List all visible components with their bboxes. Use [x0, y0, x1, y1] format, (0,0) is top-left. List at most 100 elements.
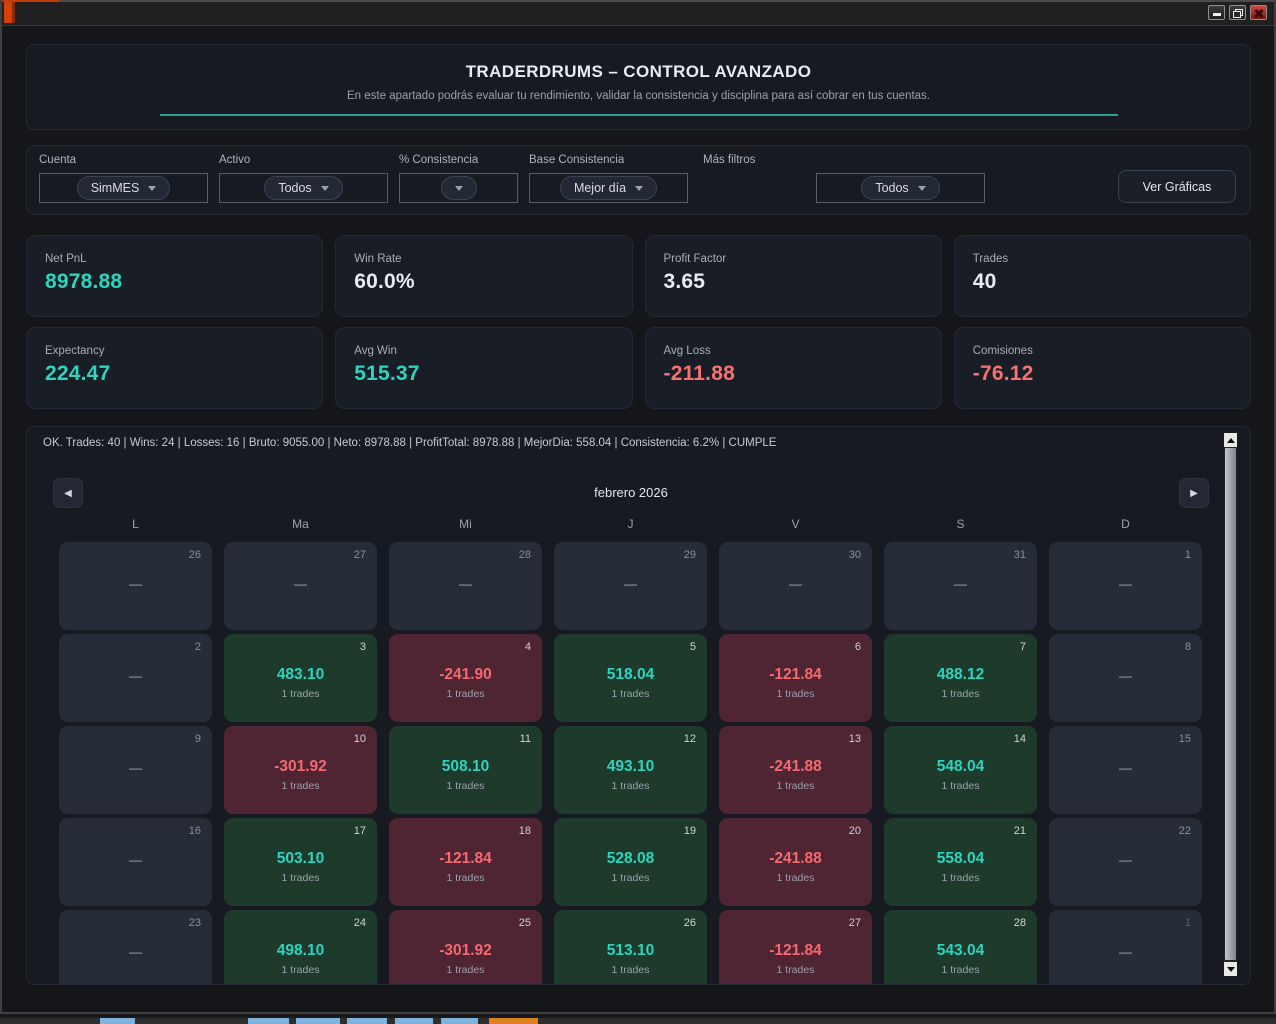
calendar-day-cell[interactable]: 2— [59, 634, 212, 722]
calendar-day-cell[interactable]: 15— [1049, 726, 1202, 814]
day-trade-count: 1 trades [447, 872, 485, 884]
calendar-day-cell[interactable]: 3483.101 trades [224, 634, 377, 722]
calendar-day-cell[interactable]: 30— [719, 542, 872, 630]
empty-dash: — [459, 577, 472, 592]
calendar-day-cell[interactable]: 4-241.901 trades [389, 634, 542, 722]
stat-label: Trades [973, 253, 1232, 265]
filter-group-mas-filtros: Más filtros Todos [703, 154, 985, 203]
calendar-day-cell[interactable]: 14548.041 trades [884, 726, 1037, 814]
chevron-down-icon [321, 186, 329, 191]
scroll-up-button[interactable] [1224, 433, 1237, 447]
filter-dropdown-base-consistencia[interactable]: Mejor día [560, 176, 657, 200]
day-trade-count: 1 trades [282, 964, 320, 976]
calendar-day-cell[interactable]: 16— [59, 818, 212, 906]
taskbar-item[interactable] [395, 1018, 433, 1024]
calendar-day-cell[interactable]: 20-241.881 trades [719, 818, 872, 906]
stat-value: 3.65 [664, 270, 923, 294]
stat-label: Net PnL [45, 253, 304, 265]
chevron-down-icon [918, 186, 926, 191]
calendar-day-cell[interactable]: 24498.101 trades [224, 910, 377, 985]
calendar-day-cell[interactable]: 27-121.841 trades [719, 910, 872, 985]
day-cell-body: 488.121 trades [884, 634, 1037, 722]
stat-label: Avg Win [354, 345, 613, 357]
prev-month-button[interactable]: ◀ [53, 478, 83, 508]
filter-dropdown-activo[interactable]: Todos [264, 176, 342, 200]
calendar-day-cell[interactable]: 1— [1049, 910, 1202, 985]
taskbar-item[interactable] [347, 1018, 387, 1024]
minimize-button[interactable] [1208, 5, 1225, 20]
day-cell-body: -121.841 trades [389, 818, 542, 906]
calendar-day-cell[interactable]: 5518.041 trades [554, 634, 707, 722]
calendar-day-cell[interactable]: 21558.041 trades [884, 818, 1037, 906]
taskbar-item[interactable] [100, 1018, 135, 1024]
weekday-row: LMaMiJVSD [59, 517, 1202, 531]
taskbar-item[interactable] [248, 1018, 289, 1024]
day-pnl-value: 558.04 [937, 850, 984, 868]
calendar-day-cell[interactable]: 8— [1049, 634, 1202, 722]
calendar-day-cell[interactable]: 26— [59, 542, 212, 630]
day-trade-count: 1 trades [282, 780, 320, 792]
day-trade-count: 1 trades [282, 872, 320, 884]
calendar-day-cell[interactable]: 26513.101 trades [554, 910, 707, 985]
calendar-day-cell[interactable]: 27— [224, 542, 377, 630]
taskbar-item-active[interactable] [489, 1018, 538, 1024]
calendar-day-cell[interactable]: 1— [1049, 542, 1202, 630]
taskbar-item[interactable] [441, 1018, 478, 1024]
calendar-day-cell[interactable]: 22— [1049, 818, 1202, 906]
empty-dash: — [129, 577, 142, 592]
empty-dash: — [789, 577, 802, 592]
day-trade-count: 1 trades [777, 780, 815, 792]
window-controls [1208, 5, 1267, 20]
calendar-day-cell[interactable]: 9— [59, 726, 212, 814]
ver-graficas-button[interactable]: Ver Gráficas [1118, 170, 1236, 203]
calendar-day-cell[interactable]: 19528.081 trades [554, 818, 707, 906]
day-trade-count: 1 trades [447, 964, 485, 976]
calendar-day-cell[interactable]: 11508.101 trades [389, 726, 542, 814]
calendar-day-cell[interactable]: 6-121.841 trades [719, 634, 872, 722]
calendar-day-cell[interactable]: 7488.121 trades [884, 634, 1037, 722]
day-trade-count: 1 trades [612, 780, 650, 792]
day-cell-body: 493.101 trades [554, 726, 707, 814]
scrollbar-thumb[interactable] [1225, 448, 1236, 960]
day-pnl-value: 483.10 [277, 666, 324, 684]
status-line: OK. Trades: 40 | Wins: 24 | Losses: 16 |… [43, 437, 1216, 449]
next-month-button[interactable]: ▶ [1179, 478, 1209, 508]
day-cell-body: -241.881 trades [719, 726, 872, 814]
calendar-day-cell[interactable]: 29— [554, 542, 707, 630]
day-pnl-value: -301.92 [439, 942, 492, 960]
stat-label: Avg Loss [664, 345, 923, 357]
day-number: 1 [1185, 549, 1191, 561]
calendar-day-cell[interactable]: 18-121.841 trades [389, 818, 542, 906]
restore-button[interactable] [1229, 5, 1246, 20]
filter-value-base-consistencia: Mejor día [574, 181, 626, 195]
titlebar[interactable] [2, 0, 1274, 26]
day-cell-body: 503.101 trades [224, 818, 377, 906]
day-number: 16 [189, 825, 201, 837]
day-number: 15 [1179, 733, 1191, 745]
filter-dropdown-mas-filtros[interactable]: Todos [861, 176, 939, 200]
day-cell-body: -241.901 trades [389, 634, 542, 722]
taskbar-item[interactable] [296, 1018, 340, 1024]
calendar-day-cell[interactable]: 10-301.921 trades [224, 726, 377, 814]
calendar-day-cell[interactable]: 31— [884, 542, 1037, 630]
filter-dropdown-cuenta[interactable]: SimMES [77, 176, 171, 200]
filter-dropdown-consistencia[interactable] [441, 176, 477, 200]
day-trade-count: 1 trades [942, 964, 980, 976]
filter-label-base-consistencia: Base Consistencia [529, 154, 688, 166]
scroll-down-button[interactable] [1224, 962, 1237, 976]
stat-value: 8978.88 [45, 270, 304, 294]
scrollbar[interactable] [1224, 433, 1237, 976]
calendar-day-cell[interactable]: 17503.101 trades [224, 818, 377, 906]
filter-label-mas-filtros: Más filtros [703, 154, 985, 166]
calendar-day-cell[interactable]: 28543.041 trades [884, 910, 1037, 985]
calendar-day-cell[interactable]: 13-241.881 trades [719, 726, 872, 814]
stat-card-profit-factor: Profit Factor3.65 [645, 235, 942, 317]
calendar-day-cell[interactable]: 25-301.921 trades [389, 910, 542, 985]
close-button[interactable] [1250, 5, 1267, 20]
calendar-day-cell[interactable]: 23— [59, 910, 212, 985]
app-icon [4, 2, 15, 23]
filter-group-activo: ActivoTodos [219, 154, 388, 203]
calendar-day-cell[interactable]: 12493.101 trades [554, 726, 707, 814]
day-cell-body: 543.041 trades [884, 910, 1037, 985]
calendar-day-cell[interactable]: 28— [389, 542, 542, 630]
